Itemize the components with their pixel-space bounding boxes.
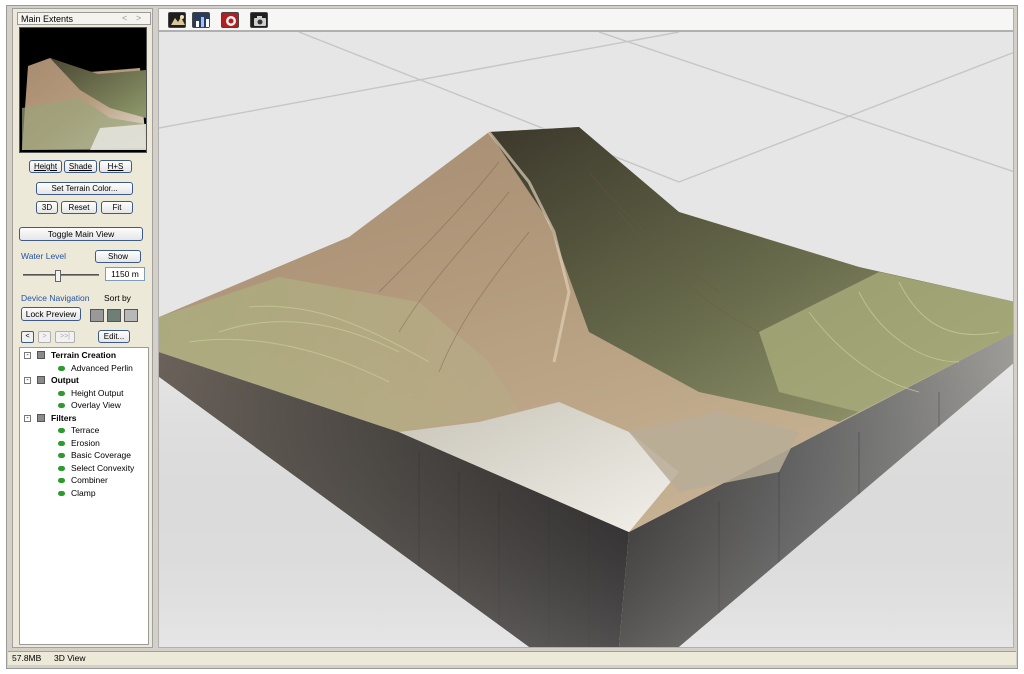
nav-back-button[interactable]: < [21,331,34,343]
toggle-main-view-button[interactable]: Toggle Main View [19,227,143,241]
tree-item-label: Clamp [71,487,96,498]
tree-item-label: Terrace [71,425,100,435]
tree-item-label: Height Output [71,387,124,398]
main-extents-header: Main Extents < > [17,12,151,25]
device-status-icon [58,428,65,433]
water-show-button[interactable]: Show [95,250,141,263]
nav-end-button[interactable]: >>| [55,331,75,343]
device-status-icon [58,403,65,408]
water-level-label: Water Level [21,251,67,261]
erosion-tool-icon[interactable] [168,12,186,28]
tree-item-label: Select Convexity [71,462,135,473]
tree-group-icon [37,351,45,359]
main-extents-title: Main Extents [21,14,74,24]
tree-group-label: Output [51,375,79,385]
left-panel: Main Extents < > Height Shade H+S Set Te… [12,8,153,648]
tree-item-label: Combiner [71,475,108,485]
tree-expand-toggle[interactable]: - [24,377,31,384]
mini-prev-button[interactable]: < [122,13,127,23]
terrain-3d-viewport[interactable] [158,31,1014,648]
tree-group-label: Terrain Creation [51,350,117,360]
tree-group-icon [37,413,45,422]
tree-group-label: Filters [51,412,77,423]
tree-expand-toggle[interactable]: - [24,352,31,359]
tree-item-label: Basic Coverage [71,450,132,460]
render-tool-icon[interactable] [221,12,239,28]
mini-terrain-image [20,28,146,152]
device-status-icon [58,453,65,458]
memory-usage: 57.8MB [12,653,42,663]
nav-forward-button[interactable]: > [38,331,51,343]
edit-button[interactable]: Edit... [98,330,130,343]
device-status-icon [58,440,65,446]
tree-item-label: Advanced Perlin [71,362,133,373]
set-terrain-color-button[interactable]: Set Terrain Color... [36,182,133,195]
device-tree: - Terrain Creation Advanced Perlin - Output H… [19,347,149,645]
mini-terrain-preview[interactable] [19,27,147,153]
device-status-icon [58,490,65,496]
sort-option-2[interactable] [107,309,121,322]
view-mode-status: 3D View [54,653,86,663]
tree-group-icon [37,376,45,384]
camera-icon[interactable] [250,12,268,28]
height-view-button[interactable]: Height [29,160,62,173]
device-status-icon [58,365,65,371]
reset-button[interactable]: Reset [61,201,97,214]
mini-next-button[interactable]: > [136,13,141,23]
viewport-toolbar [158,8,1014,31]
sort-option-3[interactable] [124,309,138,322]
shade-view-button[interactable]: Shade [64,160,97,173]
device-status-icon [58,478,65,483]
device-navigation-label: Device Navigation [21,293,90,303]
tree-expand-toggle[interactable]: - [24,414,31,422]
lock-preview-button[interactable]: Lock Preview [21,307,81,321]
sort-by-label: Sort by [104,293,131,303]
3d-button[interactable]: 3D [36,201,58,214]
status-bar: 57.8MB 3D View [8,651,1016,665]
water-level-slider-thumb[interactable] [55,270,61,282]
fit-button[interactable]: Fit [101,201,133,214]
device-status-icon [58,390,65,396]
sort-option-1[interactable] [90,309,104,322]
water-level-value[interactable]: 1150 m [105,267,145,281]
terrain-render [159,32,1013,647]
tree-item-label: Overlay View [71,400,121,410]
tree-item-label: Erosion [71,437,100,448]
height-shade-view-button[interactable]: H+S [99,160,132,173]
water-level-slider[interactable] [23,270,99,282]
graph-tool-icon[interactable] [192,12,210,28]
device-status-icon [58,465,65,471]
